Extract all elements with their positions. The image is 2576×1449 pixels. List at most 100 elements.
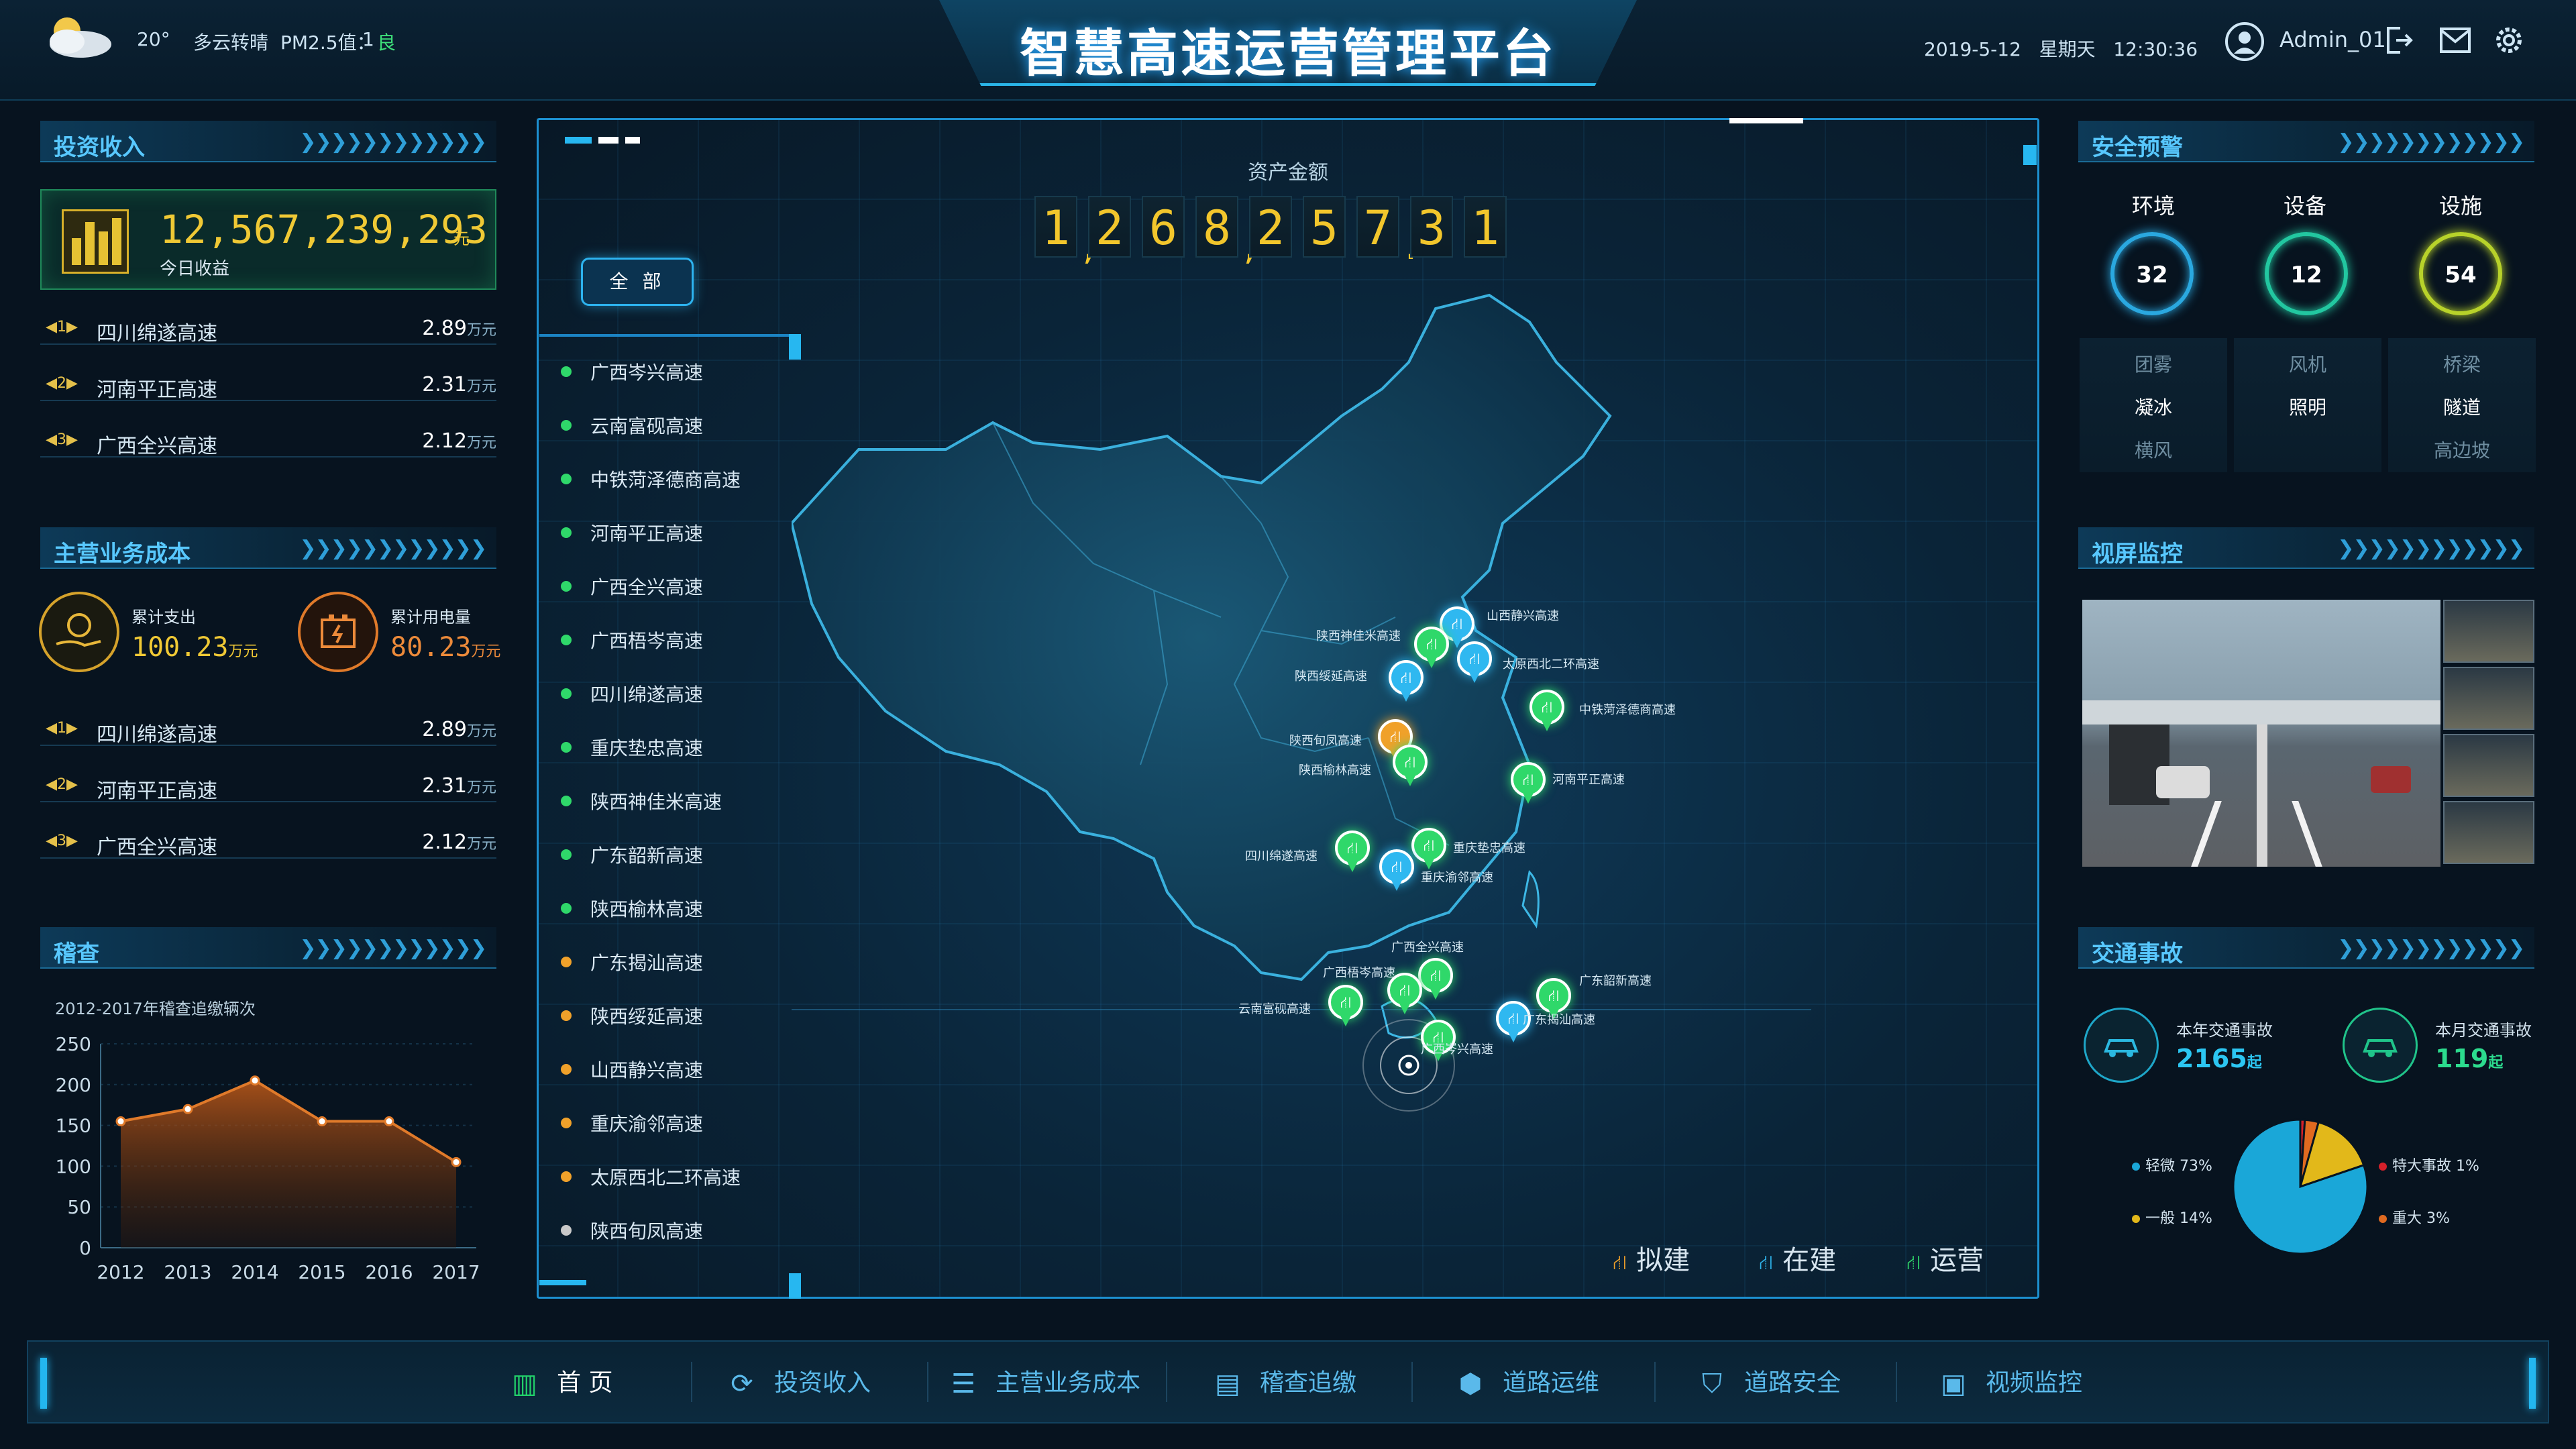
status-dot [561, 420, 572, 431]
bar-chart-icon: ▥ [512, 1368, 537, 1399]
road-list-item[interactable]: 广西梧岑高速 [561, 624, 789, 659]
user-avatar-icon[interactable] [2224, 21, 2265, 62]
map-pin[interactable]: ⛙ [1411, 828, 1446, 871]
road-list-item[interactable]: 山西静兴高速 [561, 1053, 789, 1088]
road-name: 中铁菏泽德商高速 [590, 469, 741, 491]
road-list-item[interactable]: 河南平正高速 [561, 517, 789, 551]
rank-value: 2.12万元 [422, 429, 496, 453]
road-list-item[interactable]: 广西全兴高速 [561, 570, 789, 605]
nav-road-maintenance[interactable]: ⬢ 道路运维 [1453, 1363, 1599, 1403]
pin-tail [1399, 1004, 1410, 1014]
map-pin[interactable]: ⛙ [1328, 985, 1363, 1028]
road-list-item[interactable]: 广西岑兴高速 [561, 356, 789, 390]
road-list-item[interactable]: 四川绵遂高速 [561, 678, 789, 712]
map-pin[interactable]: ⛙ [1511, 762, 1546, 805]
road-list-item[interactable]: 陕西旬凤高速 [561, 1214, 789, 1249]
map-pin[interactable]: ⛙ [1418, 958, 1453, 1001]
status-dot [561, 903, 572, 914]
road-list-item[interactable]: 重庆垫忠高速 [561, 731, 789, 766]
road-name: 广东韶新高速 [590, 845, 704, 867]
x-tick-label: 2014 [231, 1261, 278, 1283]
road-list-item[interactable]: 陕西绥延高速 [561, 1000, 789, 1034]
x-tick-label: 2016 [365, 1261, 413, 1283]
mail-icon[interactable] [2439, 27, 2471, 54]
warn-item[interactable]: 隧道 [2388, 393, 2536, 420]
nav-investment[interactable]: ⟳ 投资收入 [724, 1363, 871, 1403]
warn-item[interactable]: 横风 [2080, 436, 2227, 463]
nav-video[interactable]: ▣ 视频监控 [1936, 1363, 2082, 1403]
status-dot [561, 474, 572, 484]
warn-item[interactable]: 高边坡 [2388, 436, 2536, 463]
audit-area-chart: 250 200 150 100 50 0 2012 2013 2014 2015 2016 2017 [56, 1033, 480, 1283]
arrows-decoration: ❯❯❯❯❯❯❯❯❯❯❯❯ [2337, 936, 2525, 960]
road-name: 广西梧岑高速 [590, 630, 704, 652]
power-label: 累计用电量 [390, 608, 471, 627]
pin-tail [1523, 793, 1534, 804]
nav-separator [691, 1362, 692, 1402]
nav-home[interactable]: ▥ 首 页 [507, 1363, 612, 1403]
legend-operating[interactable]: ⛙ 运营 [1907, 1238, 1984, 1277]
map-pin-label: 中铁菏泽德商高速 [1579, 703, 1676, 717]
asset-digit: 7 [1356, 196, 1399, 258]
map-pin[interactable]: ⛙ [1389, 660, 1424, 703]
warn-item[interactable]: 凝冰 [2080, 393, 2227, 420]
pin-tail [1405, 775, 1415, 786]
map-pin[interactable]: ⛙ [1379, 849, 1414, 892]
username[interactable]: Admin_01 [2279, 27, 2386, 52]
frame-accent [625, 137, 640, 144]
legend-planned[interactable]: ⛙ 拟建 [1613, 1238, 1690, 1277]
x-tick-label: 2017 [432, 1261, 480, 1283]
cloudy-icon [50, 17, 111, 58]
nav-road-safety[interactable]: ⛉ 道路安全 [1695, 1363, 1841, 1403]
road-name: 山西静兴高速 [590, 1059, 704, 1081]
map-pin-label: 山西静兴高速 [1487, 609, 1559, 623]
road-list-item[interactable]: 太原西北二环高速 [561, 1161, 789, 1195]
rank-badge-icon: ◀1▶ [46, 319, 78, 335]
income-unit: 元 [453, 229, 470, 248]
road-list-item[interactable]: 中铁菏泽德商高速 [561, 463, 789, 498]
legend-building[interactable]: ⛙ 在建 [1759, 1238, 1836, 1277]
logout-icon[interactable] [2383, 24, 2415, 56]
pm-label: PM2.5值： [280, 32, 376, 54]
facility-count[interactable]: 54 [2419, 232, 2502, 315]
warn-item[interactable]: 团雾 [2080, 350, 2227, 377]
road-list-item[interactable]: 云南富砚高速 [561, 409, 789, 444]
pin-tail [1347, 861, 1358, 872]
filter-all-button[interactable]: 全 部 [581, 258, 694, 306]
road-pin-icon: ⛙ [1511, 762, 1546, 797]
map-pin[interactable]: ⛙ [1335, 830, 1370, 873]
environment-count[interactable]: 32 [2110, 232, 2194, 315]
map-pin-label: 云南富砚高速 [1238, 1002, 1311, 1016]
nav-cost[interactable]: ☰ 主营业务成本 [946, 1363, 1140, 1403]
rank-name: 四川绵遂高速 [97, 322, 217, 345]
map-pin[interactable]: ⛙ [1529, 690, 1564, 733]
map-pin[interactable]: ⛙ [1393, 745, 1428, 788]
rank-value: 2.12万元 [422, 830, 496, 854]
road-name: 四川绵遂高速 [590, 684, 704, 706]
status-dot [561, 1171, 572, 1182]
camera-thumb[interactable] [2443, 600, 2534, 663]
cost-title: 主营业务成本 [54, 541, 191, 568]
camera-main-feed[interactable] [2082, 600, 2440, 867]
road-list-item[interactable]: 陕西榆林高速 [561, 892, 789, 927]
road-list-item[interactable]: 重庆渝邻高速 [561, 1107, 789, 1142]
device-count[interactable]: 12 [2265, 232, 2348, 315]
maintenance-icon: ⬢ [1458, 1368, 1483, 1399]
gear-icon[interactable] [2493, 24, 2525, 56]
road-list-item[interactable]: 陕西神佳米高速 [561, 785, 789, 820]
data-point [182, 1104, 193, 1114]
camera-thumb[interactable] [2443, 667, 2534, 730]
camera-thumb[interactable] [2443, 801, 2534, 864]
map-pin[interactable]: ⛙ [1457, 641, 1492, 684]
asset-digit: 1 [1034, 196, 1077, 258]
nav-audit[interactable]: ▤ 稽查追缴 [1210, 1363, 1356, 1403]
status-dot [561, 1010, 572, 1021]
warn-item[interactable]: 风机 [2234, 350, 2381, 377]
warn-item[interactable]: 桥梁 [2388, 350, 2536, 377]
warn-item[interactable]: 照明 [2234, 393, 2381, 420]
road-list-item[interactable]: 广东揭汕高速 [561, 946, 789, 981]
camera-thumb[interactable] [2443, 734, 2534, 797]
road-list-item[interactable]: 广东韶新高速 [561, 839, 789, 873]
pin-tail [1542, 720, 1552, 731]
map-pin-label: 陕西榆林高速 [1299, 763, 1371, 777]
